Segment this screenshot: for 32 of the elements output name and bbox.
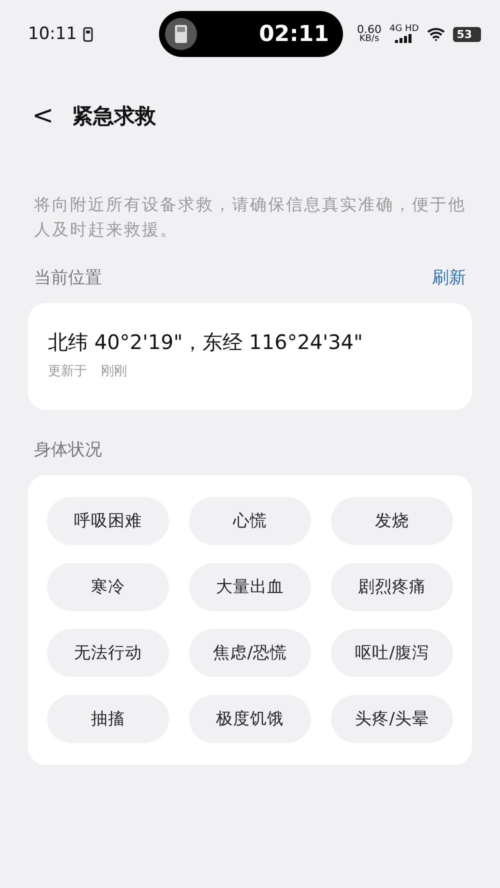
section-label: 身体状况 bbox=[34, 439, 102, 461]
condition-chip[interactable]: 极度饥饿 bbox=[189, 695, 311, 743]
updated-label: 更新于 bbox=[48, 363, 87, 380]
description-text: 将向附近所有设备求救，请确保信息真实准确，便于他人及时赶来救援。 bbox=[34, 194, 466, 241]
condition-chip[interactable]: 心慌 bbox=[189, 497, 311, 545]
network-speed: 0.60 bbox=[357, 24, 382, 35]
wifi-icon bbox=[426, 27, 445, 41]
condition-chip[interactable]: 无法行动 bbox=[47, 629, 169, 677]
condition-chip[interactable]: 呼吸困难 bbox=[47, 497, 169, 545]
signal-icon bbox=[395, 34, 414, 43]
condition-chip[interactable]: 寒冷 bbox=[47, 563, 169, 611]
coordinates-text: 北纬 40°2'19"，东经 116°24'34" bbox=[48, 329, 364, 356]
status-time: 10:11 bbox=[28, 24, 77, 44]
condition-chip[interactable]: 剧烈疼痛 bbox=[331, 563, 453, 611]
condition-chip[interactable]: 发烧 bbox=[331, 497, 453, 545]
section-label: 当前位置 bbox=[34, 267, 102, 289]
network-type: 4G HD bbox=[390, 25, 419, 34]
condition-chip[interactable]: 抽搐 bbox=[47, 695, 169, 743]
speed-unit: KB/s bbox=[359, 35, 380, 44]
updated-time: 刚刚 bbox=[101, 363, 127, 380]
walkie-talkie-icon bbox=[165, 18, 197, 50]
condition-chip[interactable]: 头疼/头晕 bbox=[331, 695, 453, 743]
battery-level: 53 bbox=[456, 28, 472, 40]
back-button[interactable]: < bbox=[32, 103, 54, 129]
island-timer: 02:11 bbox=[258, 22, 329, 46]
page-title: 紧急求救 bbox=[72, 103, 156, 130]
condition-chip[interactable]: 呕吐/腹泻 bbox=[331, 629, 453, 677]
dynamic-island[interactable]: 02:11 bbox=[159, 11, 343, 57]
condition-chip[interactable]: 大量出血 bbox=[189, 563, 311, 611]
refresh-link[interactable]: 刷新 bbox=[432, 266, 466, 289]
condition-chip[interactable]: 焦虑/恐慌 bbox=[189, 629, 311, 677]
walkie-talkie-icon bbox=[83, 26, 93, 42]
